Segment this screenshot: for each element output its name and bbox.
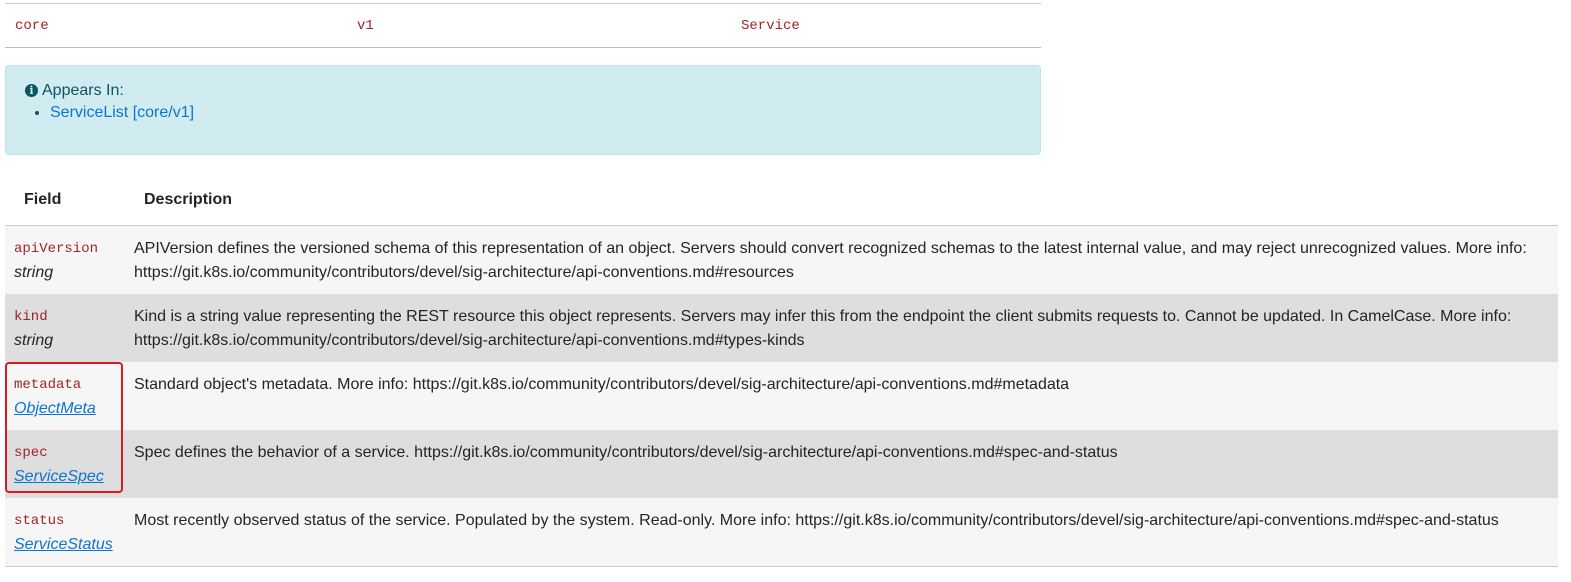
gvk-table: core v1 Service (5, 3, 1041, 48)
field-description: Most recently observed status of the ser… (134, 512, 1499, 529)
field-description: APIVersion defines the versioned schema … (134, 240, 1527, 281)
field-column-header: Field (24, 191, 62, 208)
description-column-header: Description (144, 191, 233, 208)
appears-in-title: i Appears In: (25, 82, 124, 100)
appears-in-list: ServiceList [core/v1] (31, 104, 194, 122)
table-bottom-border (5, 566, 1558, 567)
table-row: apiVersion string APIVersion defines the… (5, 226, 1558, 294)
version-value: v1 (357, 18, 374, 34)
appears-in-alert: iAppears In: ServiceList [core/v1] (5, 65, 1041, 155)
field-name: apiVersion (14, 241, 99, 257)
table-row: metadata ObjectMeta Standard object's me… (5, 362, 1558, 430)
table-row: kind string Kind is a string value repre… (5, 294, 1558, 362)
list-item: ServiceList [core/v1] (50, 104, 194, 122)
highlight-box (5, 362, 123, 493)
table-row: status ServiceStatus Most recently obser… (5, 498, 1558, 566)
field-description: Kind is a string value representing the … (134, 308, 1512, 349)
table-header: Field Description (5, 175, 1558, 226)
kind-value: Service (741, 18, 800, 34)
field-name: kind (14, 309, 48, 325)
field-type: string (14, 332, 54, 349)
field-name: status (14, 513, 65, 529)
field-description: Spec defines the behavior of a service. … (134, 444, 1118, 461)
group-value: core (15, 18, 49, 34)
info-circle-icon: i (25, 84, 38, 97)
field-description: Standard object's metadata. More info: h… (134, 376, 1070, 393)
table-row: spec ServiceSpec Spec defines the behavi… (5, 430, 1558, 498)
field-type: string (14, 264, 54, 281)
servicelist-link[interactable]: ServiceList [core/v1] (50, 104, 194, 121)
servicestatus-type-link[interactable]: ServiceStatus (14, 536, 113, 554)
